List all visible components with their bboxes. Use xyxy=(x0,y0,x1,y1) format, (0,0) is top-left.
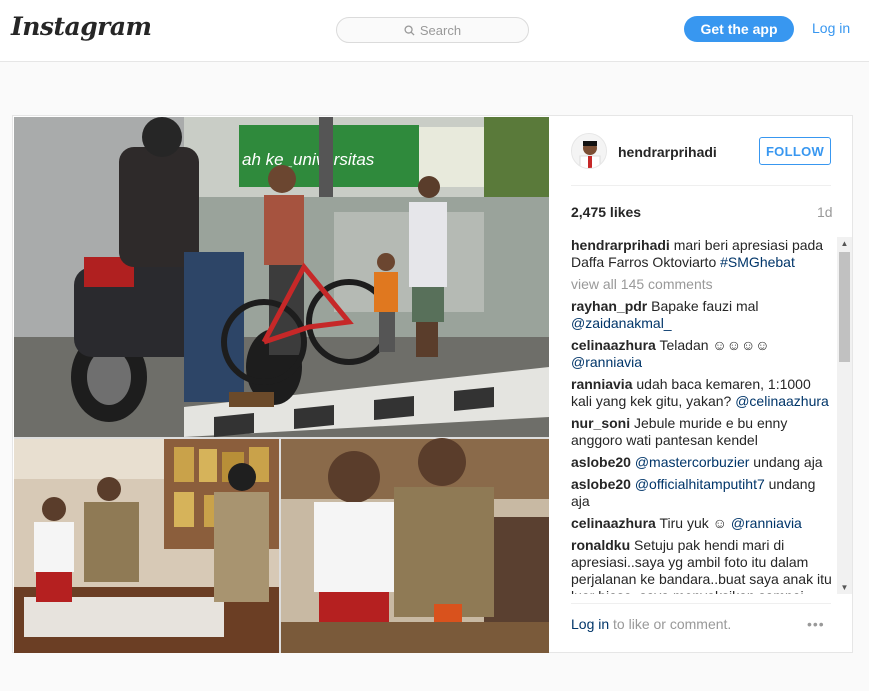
comments-scrollbar[interactable]: ▲ ▼ xyxy=(837,237,852,594)
caption-hashtag[interactable]: #SMGhebat xyxy=(720,254,795,270)
avatar-image xyxy=(572,134,606,168)
comment-item: ronaldku Setuju pak hendi mari di apresi… xyxy=(571,537,833,594)
instagram-logo[interactable]: Instagram xyxy=(11,12,152,41)
caption-username[interactable]: hendrarprihadi xyxy=(571,237,670,253)
follow-button[interactable]: FOLLOW xyxy=(759,137,831,165)
login-to-comment-link[interactable]: Log in xyxy=(571,616,609,632)
comment-mention[interactable]: @ranniavia xyxy=(571,354,642,370)
scrollbar-thumb[interactable] xyxy=(839,252,850,362)
view-all-comments-link[interactable]: view all 145 comments xyxy=(571,276,833,293)
search-icon xyxy=(404,24,415,36)
comment-username[interactable]: celinaazhura xyxy=(571,337,656,353)
comment-item: celinaazhura Teladan ☺☺☺☺ @ranniavia xyxy=(571,337,833,371)
scroll-up-arrow-icon[interactable]: ▲ xyxy=(837,237,852,250)
login-link[interactable]: Log in xyxy=(812,20,850,36)
avatar[interactable] xyxy=(571,133,607,169)
comment-text: Teladan ☺☺☺☺ xyxy=(659,337,770,353)
comment-mention[interactable]: @celinaazhura xyxy=(735,393,829,409)
comment-mention[interactable]: @mastercorbuzier xyxy=(635,454,750,470)
photo-sign-text: ah ke_universitas xyxy=(242,150,375,169)
comment-text: Tiru yuk ☺ xyxy=(659,515,727,531)
post-age[interactable]: 1d xyxy=(817,204,833,220)
more-options-icon[interactable]: ••• xyxy=(807,616,825,632)
comment-username[interactable]: celinaazhura xyxy=(571,515,656,531)
caption: hendrarprihadi mari beri apresiasi pada … xyxy=(571,237,833,271)
comment-item: ranniavia udah baca kemaren, 1:1000 kali… xyxy=(571,376,833,410)
post-photo-collage: ah ke_universitas xyxy=(14,117,549,653)
divider xyxy=(571,603,831,604)
comment-item: aslobe20 @officialhitamputiht7 undang aj… xyxy=(571,476,833,510)
comment-item: celinaazhura Tiru yuk ☺ @ranniavia xyxy=(571,515,833,532)
login-to-comment-prompt: Log in to like or comment. xyxy=(571,616,731,632)
comment-item: aslobe20 @mastercorbuzier undang aja xyxy=(571,454,833,471)
divider xyxy=(571,185,831,186)
search-placeholder: Search xyxy=(419,22,462,38)
comment-item: nur_soni Jebule muride e bu enny anggoro… xyxy=(571,415,833,449)
top-navigation-bar: Instagram Search Get the app Log in xyxy=(0,0,869,62)
comment-text: undang aja xyxy=(753,454,823,470)
post-photo[interactable]: ah ke_universitas xyxy=(14,117,549,653)
likes-count[interactable]: 2,475 likes xyxy=(571,204,641,220)
comment-username[interactable]: ronaldku xyxy=(571,537,630,553)
comment-username[interactable]: nur_soni xyxy=(571,415,630,431)
scroll-down-arrow-icon[interactable]: ▼ xyxy=(837,581,852,594)
get-the-app-button[interactable]: Get the app xyxy=(684,16,794,42)
comments-list[interactable]: hendrarprihadi mari beri apresiasi pada … xyxy=(571,237,833,594)
search-input[interactable]: Search xyxy=(336,17,529,43)
comment-username[interactable]: aslobe20 xyxy=(571,476,631,492)
post-sidebar: hendrarprihadi FOLLOW 2,475 likes 1d hen… xyxy=(557,116,853,654)
login-prompt-text: to like or comment. xyxy=(613,616,732,632)
comment-mention[interactable]: @zaidanakmal_ xyxy=(571,315,672,331)
comment-item: rayhan_pdr Bapake fauzi mal @zaidanakmal… xyxy=(571,298,833,332)
post-username[interactable]: hendrarprihadi xyxy=(618,144,717,160)
comment-text: Bapake fauzi mal xyxy=(651,298,759,314)
comment-mention[interactable]: @officialhitamputiht7 xyxy=(635,476,765,492)
comment-mention[interactable]: @ranniavia xyxy=(731,515,802,531)
post-card: ah ke_universitas hendrarprihadi FOLLOW … xyxy=(12,115,853,653)
comment-username[interactable]: rayhan_pdr xyxy=(571,298,647,314)
comment-username[interactable]: ranniavia xyxy=(571,376,632,392)
comment-username[interactable]: aslobe20 xyxy=(571,454,631,470)
